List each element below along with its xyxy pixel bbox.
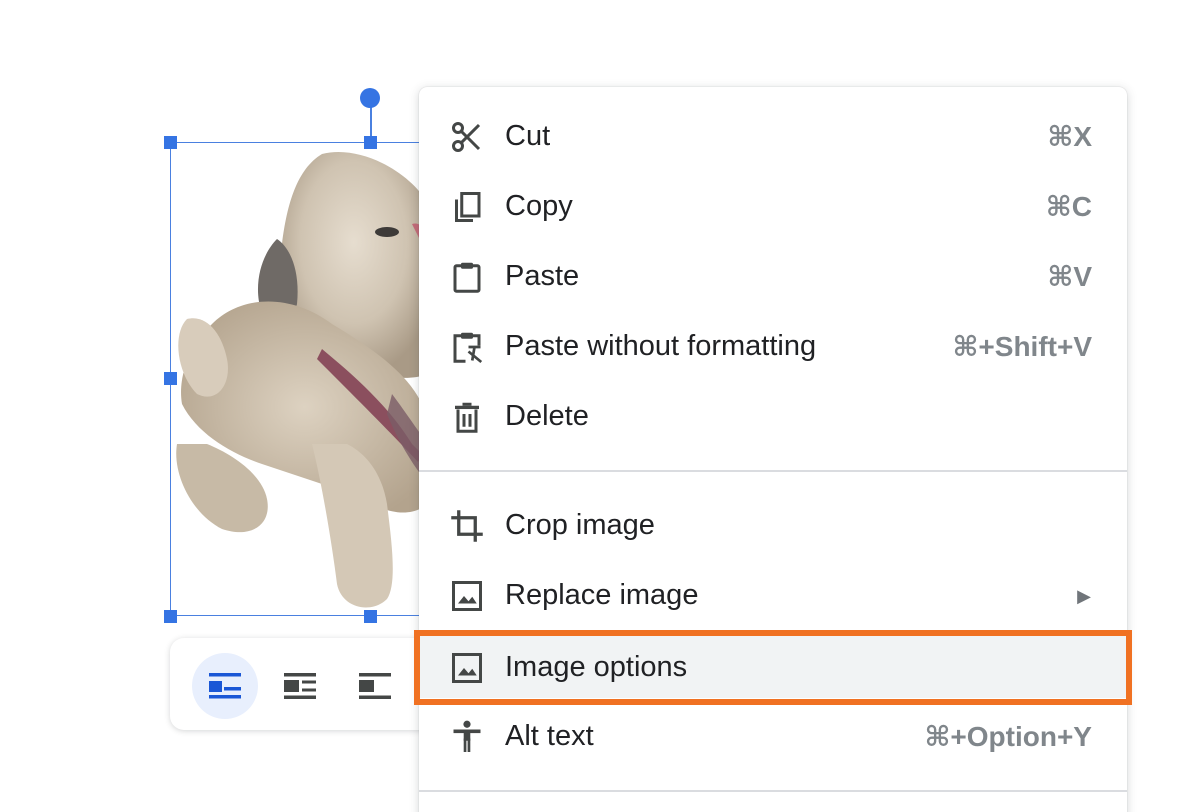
accessibility-icon	[453, 720, 481, 752]
resize-handle-top-left[interactable]	[164, 136, 177, 149]
menu-item-replace-image[interactable]: Replace image ▶	[419, 564, 1127, 626]
scissors-icon	[452, 122, 481, 152]
submenu-arrow-icon: ▶	[1077, 586, 1091, 606]
menu-item-label: Delete	[505, 400, 589, 432]
inline-wrap-icon	[209, 673, 241, 699]
menu-item-crop-image[interactable]: Crop image	[419, 494, 1127, 556]
menu-item-label: Image options	[505, 651, 688, 683]
menu-item-label: Cut	[505, 120, 551, 152]
menu-item-cut[interactable]: Cut ⌘X	[419, 105, 1127, 167]
image-icon	[452, 581, 482, 611]
menu-item-image-options[interactable]: Image options	[419, 636, 1127, 698]
wrap-text-button[interactable]	[267, 653, 333, 719]
menu-item-label: Paste without formatting	[505, 330, 817, 362]
menu-item-label: Alt text	[505, 720, 594, 752]
trash-icon	[455, 402, 479, 433]
menu-item-paste[interactable]: Paste ⌘V	[419, 245, 1127, 307]
menu-item-delete[interactable]: Delete	[419, 385, 1127, 447]
break-text-icon	[359, 673, 391, 699]
inline-wrap-button[interactable]	[192, 653, 258, 719]
context-menu: Cut ⌘X Copy ⌘C Paste ⌘V Paste without fo…	[419, 87, 1127, 812]
rotate-handle[interactable]	[360, 88, 380, 108]
menu-item-label: Paste	[505, 260, 580, 292]
wrap-text-icon	[284, 673, 316, 699]
menu-item-shortcut: ⌘C	[1045, 191, 1092, 222]
image-selection-border	[170, 142, 430, 616]
menu-item-label: Copy	[505, 190, 573, 222]
image-icon	[452, 653, 482, 683]
menu-item-alt-text[interactable]: Alt text ⌘+Option+Y	[419, 705, 1127, 767]
crop-icon	[451, 510, 483, 542]
menu-item-shortcut: ⌘X	[1047, 121, 1092, 152]
menu-item-shortcut: ⌘V	[1047, 261, 1092, 292]
clipboard-clear-format-icon	[453, 332, 483, 364]
menu-separator	[419, 790, 1127, 792]
menu-item-label: Crop image	[505, 509, 655, 541]
menu-item-shortcut: ⌘+Shift+V	[952, 331, 1092, 362]
resize-handle-top-center[interactable]	[364, 136, 377, 149]
break-text-button[interactable]	[342, 653, 408, 719]
menu-item-label: Replace image	[505, 579, 699, 611]
resize-handle-middle-left[interactable]	[164, 372, 177, 385]
clipboard-icon	[453, 262, 481, 293]
menu-item-paste-without-formatting[interactable]: Paste without formatting ⌘+Shift+V	[419, 315, 1127, 377]
document-canvas: Cut ⌘X Copy ⌘C Paste ⌘V Paste without fo…	[0, 0, 1190, 812]
menu-separator	[419, 470, 1127, 472]
menu-item-copy[interactable]: Copy ⌘C	[419, 175, 1127, 237]
copy-icon	[455, 192, 481, 222]
resize-handle-bottom-center[interactable]	[364, 610, 377, 623]
resize-handle-bottom-left[interactable]	[164, 610, 177, 623]
menu-item-shortcut: ⌘+Option+Y	[924, 721, 1092, 752]
